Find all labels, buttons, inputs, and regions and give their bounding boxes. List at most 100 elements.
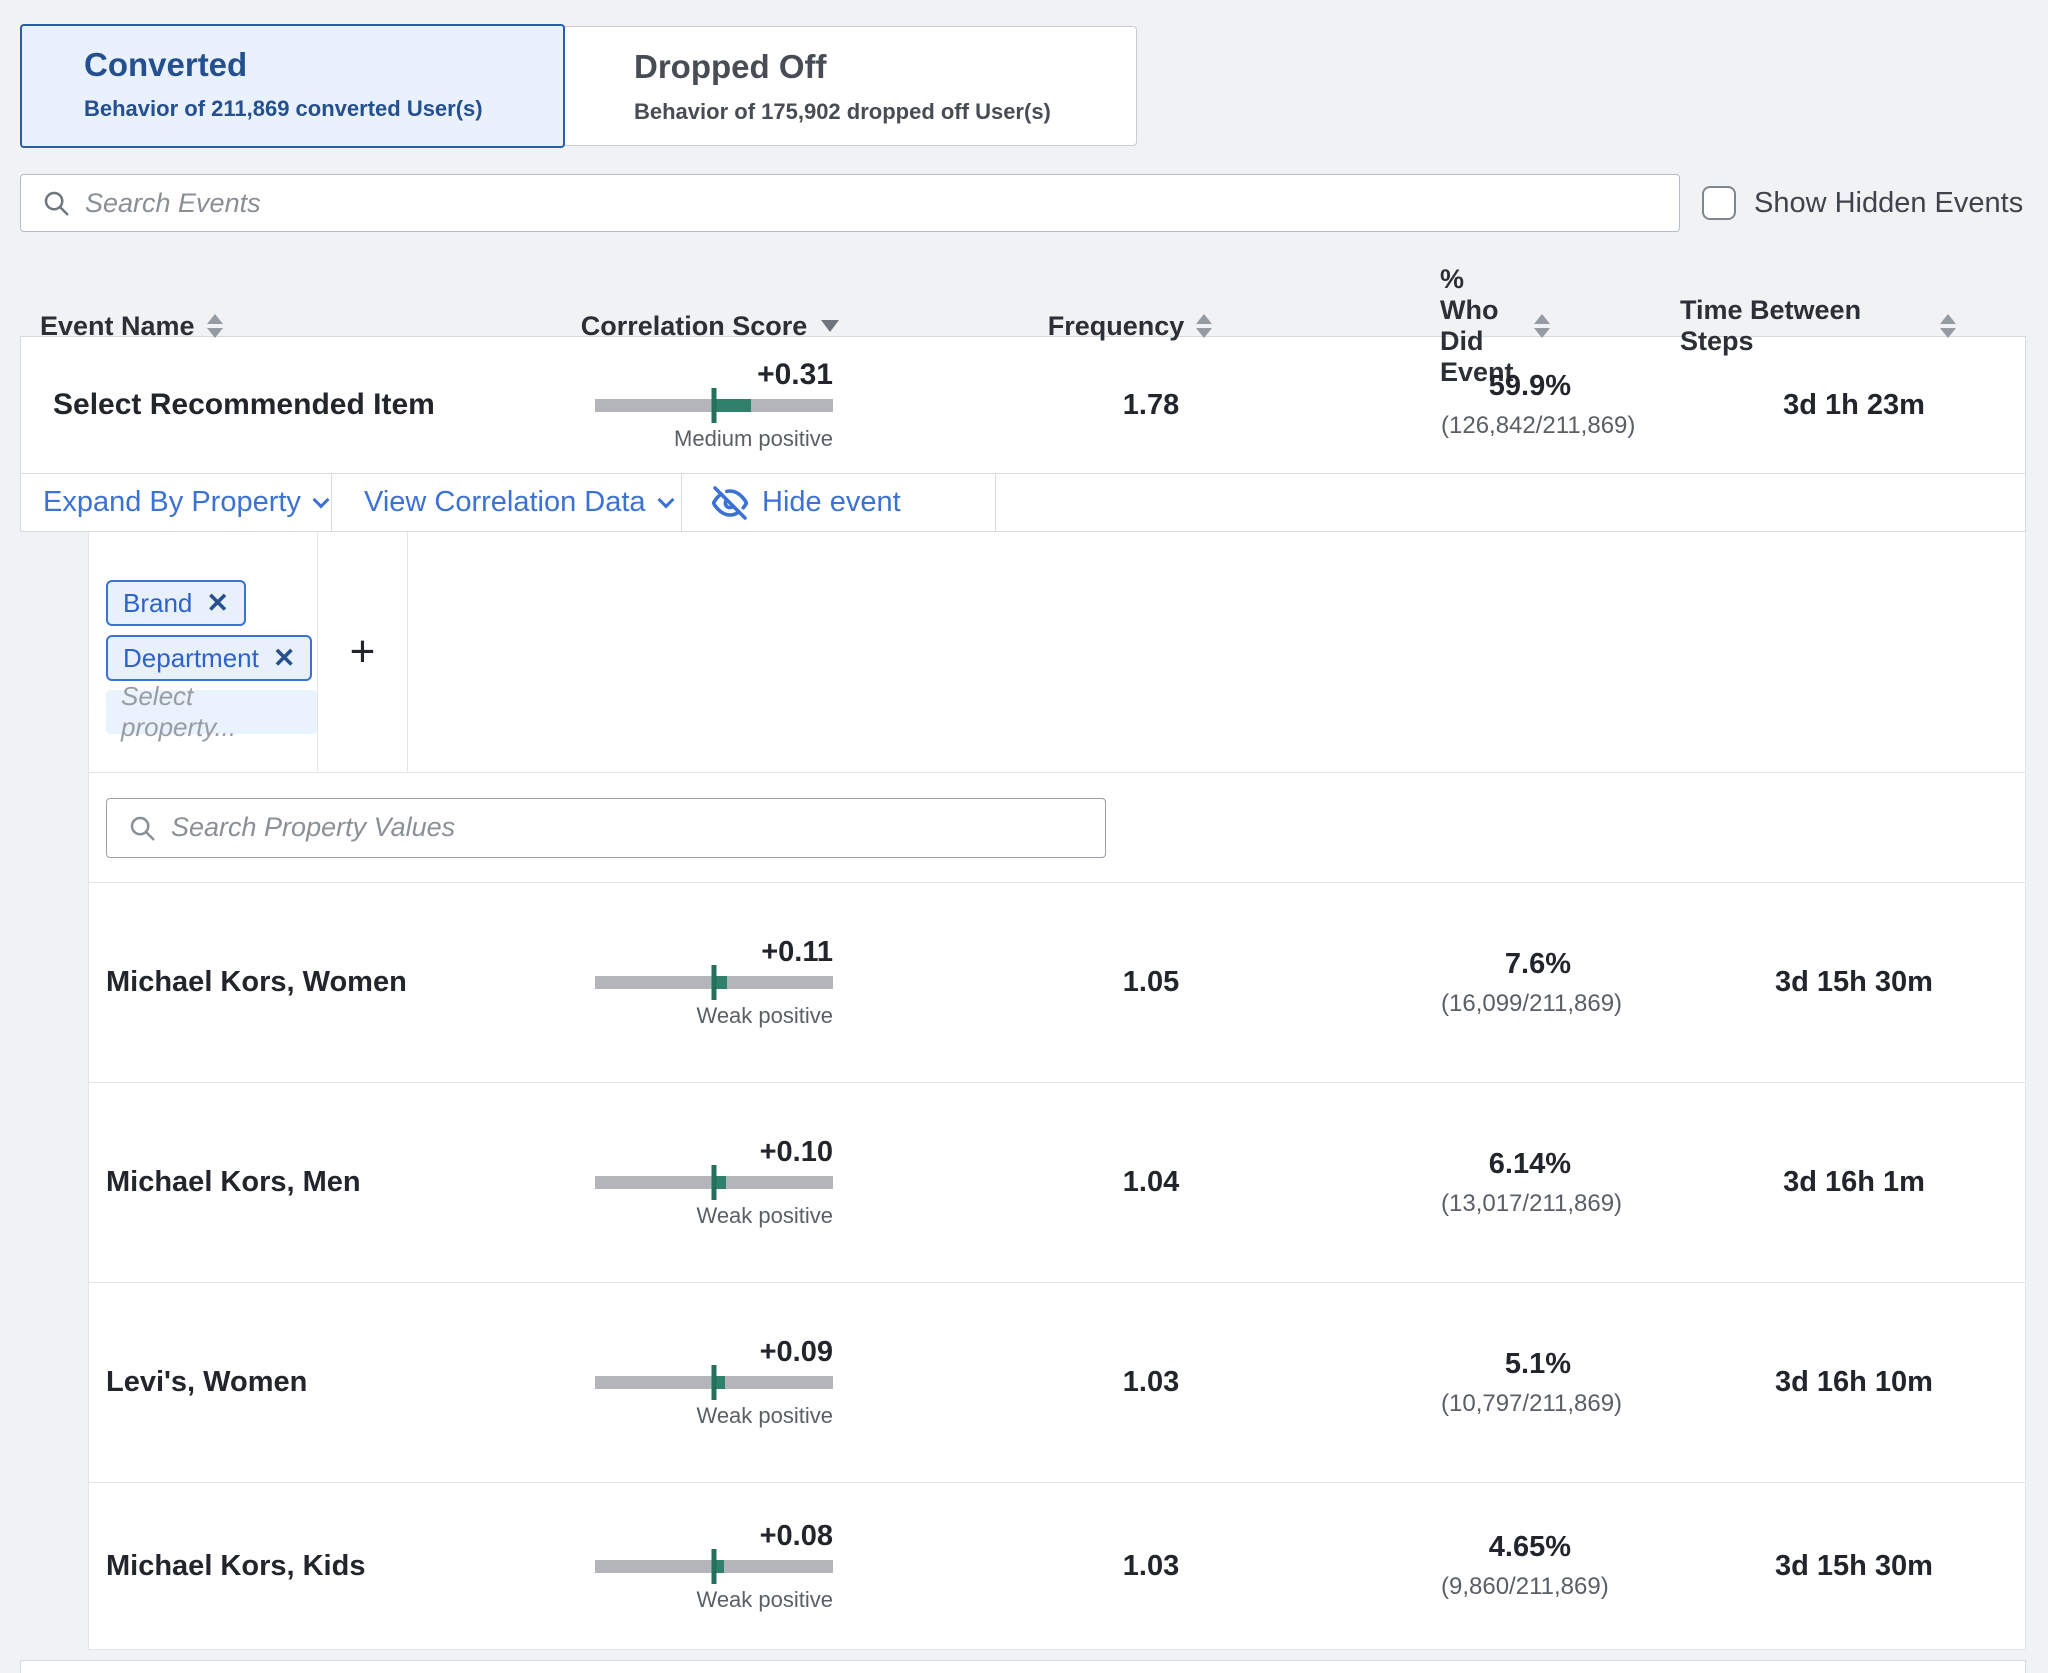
correlation-cell: +0.11 Weak positive — [561, 936, 861, 1029]
event-row[interactable]: Select Recommended Item +0.31 Medium pos… — [21, 337, 2025, 473]
property-row-michael-kors-kids[interactable]: Michael Kors, Kids +0.08 Weak positive 1… — [89, 1483, 2025, 1649]
property-row-michael-kors-men[interactable]: Michael Kors, Men +0.10 Weak positive 1.… — [89, 1083, 2025, 1283]
event-actions-bar: Expand By Property View Correlation Data… — [21, 473, 2025, 531]
frequency-value: 1.78 — [861, 389, 1441, 422]
frequency-value: 1.05 — [861, 966, 1441, 999]
correlation-bar-fill — [714, 399, 751, 412]
column-header-correlation-score[interactable]: Correlation Score — [560, 311, 860, 342]
expanded-property-panel: Brand ✕ Department ✕ Select property... … — [88, 532, 2026, 1650]
tab-converted-subtitle: Behavior of 211,869 converted User(s) — [84, 96, 563, 122]
frequency-value: 1.03 — [861, 1550, 1441, 1583]
property-value-name: Michael Kors, Kids — [89, 1550, 561, 1583]
correlation-strength-label: Weak positive — [561, 1403, 833, 1429]
search-property-values-section: Search Property Values — [89, 772, 2025, 882]
tab-dropped-off-subtitle: Behavior of 175,902 dropped off User(s) — [634, 99, 1136, 125]
correlation-strength-label: Weak positive — [561, 1587, 833, 1613]
table-header: Event Name Correlation Score Frequency %… — [20, 264, 2026, 326]
add-property-button[interactable]: + — [350, 630, 376, 674]
time-between-steps-value: 3d 15h 30m — [1681, 966, 2027, 999]
correlation-value: +0.11 — [561, 936, 833, 969]
next-event-row-partial[interactable] — [20, 1660, 2026, 1673]
correlation-bar — [595, 1376, 833, 1389]
search-events-placeholder: Search Events — [85, 188, 261, 219]
tab-converted[interactable]: Converted Behavior of 211,869 converted … — [20, 24, 565, 148]
who-did-event-detail: (13,017/211,869) — [1441, 1190, 1571, 1218]
who-did-event-cell: 59.9% (126,842/211,869) — [1441, 370, 1681, 440]
property-value-name: Levi's, Women — [89, 1366, 561, 1399]
correlation-bar-zero-tick — [712, 965, 717, 1000]
who-did-event-detail: (10,797/211,869) — [1441, 1390, 1571, 1418]
who-did-event-cell: 5.1% (10,797/211,869) — [1441, 1348, 1681, 1418]
chevron-down-icon — [657, 491, 674, 508]
correlation-cell: +0.10 Weak positive — [561, 1136, 861, 1229]
correlation-cell: +0.31 Medium positive — [561, 358, 861, 452]
sort-icon[interactable] — [1196, 314, 1212, 338]
who-did-event-cell: 4.65% (9,860/211,869) — [1441, 1531, 1681, 1601]
sort-icon[interactable] — [1534, 314, 1550, 338]
frequency-value: 1.04 — [861, 1166, 1441, 1199]
property-value-rows: Michael Kors, Women +0.11 Weak positive … — [89, 882, 2025, 1649]
property-chips-cell: Brand ✕ Department ✕ Select property... — [89, 532, 318, 772]
event-name: Select Recommended Item — [21, 388, 561, 422]
correlation-bar-zero-tick — [712, 1365, 717, 1400]
remove-chip-icon[interactable]: ✕ — [206, 588, 229, 619]
expand-by-property-button[interactable]: Expand By Property — [21, 474, 332, 531]
add-property-cell: + — [318, 532, 408, 772]
correlation-cell: +0.09 Weak positive — [561, 1336, 861, 1429]
time-between-steps-value: 3d 16h 1m — [1681, 1166, 2027, 1199]
time-between-steps-value: 3d 15h 30m — [1681, 1550, 2027, 1583]
column-header-event-name[interactable]: Event Name — [20, 311, 560, 342]
correlation-strength-label: Medium positive — [561, 426, 833, 452]
who-did-event-percent: 6.14% — [1441, 1148, 1571, 1181]
correlation-bar — [595, 399, 833, 412]
property-chip-department[interactable]: Department ✕ — [106, 635, 312, 681]
sort-icon[interactable] — [1940, 314, 1956, 338]
tab-dropped-off-title: Dropped Off — [634, 48, 1136, 86]
time-between-steps-value: 3d 1h 23m — [1681, 389, 2027, 422]
show-hidden-events-checkbox[interactable] — [1702, 186, 1736, 220]
who-did-event-percent: 5.1% — [1441, 1348, 1571, 1381]
property-chip-brand[interactable]: Brand ✕ — [106, 580, 246, 626]
tab-converted-title: Converted — [84, 46, 563, 84]
correlation-bar — [595, 1176, 833, 1189]
correlation-bar-zero-tick — [712, 388, 717, 423]
who-did-event-detail: (9,860/211,869) — [1441, 1573, 1571, 1601]
hide-event-button[interactable]: Hide event — [682, 474, 996, 531]
sort-icon[interactable] — [207, 314, 223, 338]
who-did-event-detail: (16,099/211,869) — [1441, 990, 1571, 1018]
select-property-input[interactable]: Select property... — [106, 690, 317, 734]
show-hidden-events-label: Show Hidden Events — [1754, 187, 2023, 220]
time-between-steps-value: 3d 16h 10m — [1681, 1366, 2027, 1399]
column-header-time-between-steps[interactable]: Time Between Steps — [1680, 295, 2026, 357]
who-did-event-cell: 6.14% (13,017/211,869) — [1441, 1148, 1681, 1218]
search-events-input[interactable]: Search Events — [20, 174, 1680, 232]
correlation-strength-label: Weak positive — [561, 1003, 833, 1029]
view-correlation-data-button[interactable]: View Correlation Data — [332, 474, 682, 531]
who-did-event-percent: 59.9% — [1441, 370, 1571, 403]
search-property-values-placeholder: Search Property Values — [171, 812, 455, 843]
correlation-value: +0.08 — [561, 1520, 833, 1553]
correlation-value: +0.31 — [561, 358, 833, 392]
sort-desc-icon[interactable] — [821, 320, 839, 332]
property-row-levis-women[interactable]: Levi's, Women +0.09 Weak positive 1.03 5… — [89, 1283, 2025, 1483]
frequency-value: 1.03 — [861, 1366, 1441, 1399]
eye-off-icon — [712, 485, 748, 521]
correlation-strength-label: Weak positive — [561, 1203, 833, 1229]
search-property-values-input[interactable]: Search Property Values — [106, 798, 1106, 858]
chips-section-spacer — [408, 532, 2025, 772]
correlation-value: +0.09 — [561, 1336, 833, 1369]
search-events-row: Search Events Show Hidden Events — [20, 174, 2028, 232]
who-did-event-cell: 7.6% (16,099/211,869) — [1441, 948, 1681, 1018]
correlation-bar-zero-tick — [712, 1549, 717, 1584]
remove-chip-icon[interactable]: ✕ — [273, 643, 296, 674]
column-header-frequency[interactable]: Frequency — [860, 311, 1440, 342]
property-value-name: Michael Kors, Men — [89, 1166, 561, 1199]
property-value-name: Michael Kors, Women — [89, 966, 561, 999]
property-chips-section: Brand ✕ Department ✕ Select property... … — [89, 532, 2025, 772]
who-did-event-detail: (126,842/211,869) — [1441, 412, 1571, 440]
who-did-event-percent: 4.65% — [1441, 1531, 1571, 1564]
correlation-bar-zero-tick — [712, 1165, 717, 1200]
tab-dropped-off[interactable]: Dropped Off Behavior of 175,902 dropped … — [563, 26, 1137, 146]
property-row-michael-kors-women[interactable]: Michael Kors, Women +0.11 Weak positive … — [89, 883, 2025, 1083]
cohort-tabs: Converted Behavior of 211,869 converted … — [20, 24, 2048, 148]
